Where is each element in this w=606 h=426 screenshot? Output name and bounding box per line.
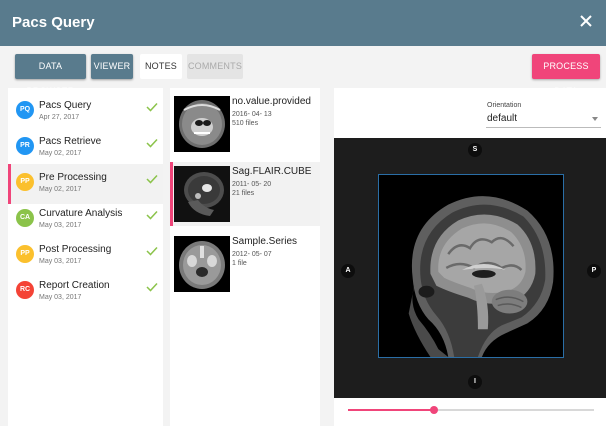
check-icon (146, 246, 158, 256)
close-icon[interactable] (576, 11, 596, 31)
series-file-count: 510 files (232, 120, 259, 127)
series-file-count: 1 file (232, 260, 247, 267)
orientation-marker-top: S (468, 143, 482, 157)
step-curvature-analysis[interactable]: CA Curvature Analysis May 03, 2017 (8, 200, 163, 240)
toolbar: DATA BROWSER VIEWER NOTES COMMENTS PROCE… (0, 46, 606, 96)
avatar: RC (16, 281, 34, 299)
step-post-processing[interactable]: PP Post Processing May 03, 2017 (8, 236, 163, 276)
avatar: CA (16, 209, 34, 227)
step-name: Pacs Query (39, 100, 92, 111)
step-date: May 02, 2017 (39, 186, 82, 193)
series-date: 2011- 05- 20 (232, 181, 272, 188)
avatar: PP (16, 173, 34, 191)
orientation-select[interactable]: default (486, 112, 601, 128)
image-viewer-panel: Orientation default S A P I (334, 88, 606, 426)
mri-scan-image (378, 174, 564, 358)
check-icon (146, 210, 158, 220)
check-icon (146, 174, 158, 184)
title-bar: Pacs Query (0, 0, 606, 46)
step-name: Curvature Analysis (39, 208, 123, 219)
selection-indicator (8, 164, 11, 204)
orientation-marker-left: A (341, 264, 355, 278)
slice-slider-fill (348, 409, 435, 411)
avatar: PR (16, 137, 34, 155)
step-pacs-retrieve[interactable]: PR Pacs Retrieve May 02, 2017 (8, 128, 163, 168)
slice-slider-handle[interactable] (430, 406, 439, 414)
avatar: PQ (16, 101, 34, 119)
avatar: PP (16, 245, 34, 263)
series-date: 2016- 04- 13 (232, 111, 272, 118)
series-date: 2012- 05- 07 (232, 251, 272, 258)
slice-slider-track[interactable] (348, 406, 594, 414)
step-date: May 03, 2017 (39, 294, 82, 301)
series-name: Sample.Series (232, 236, 298, 247)
image-viewport[interactable]: S A P I (334, 138, 606, 398)
step-pacs-query[interactable]: PQ Pacs Query Apr 27, 2017 (8, 92, 163, 132)
step-date: May 03, 2017 (39, 258, 82, 265)
process-data-button[interactable]: PROCESS DATA (532, 54, 600, 96)
orientation-marker-right: P (587, 264, 601, 278)
data-browser-button[interactable]: DATA BROWSER (15, 54, 86, 96)
series-item[interactable]: no.value.provided 2016- 04- 13 510 files (170, 92, 320, 156)
pipeline-steps-panel: PQ Pacs Query Apr 27, 2017 PR Pacs Retri… (8, 88, 163, 426)
series-item-selected[interactable]: Sag.FLAIR.CUBE 2011- 05- 20 21 files (170, 162, 320, 226)
series-file-count: 21 files (232, 190, 255, 197)
step-date: Apr 27, 2017 (39, 114, 80, 121)
selection-indicator (170, 162, 173, 226)
window-title: Pacs Query (12, 14, 95, 31)
step-name: Pre Processing (39, 172, 107, 183)
viewer-button[interactable]: VIEWER (91, 54, 133, 79)
check-icon (146, 282, 158, 292)
series-name: no.value.provided (232, 96, 311, 107)
check-icon (146, 102, 158, 112)
series-thumbnail (174, 236, 230, 292)
series-name: Sag.FLAIR.CUBE (232, 166, 312, 177)
series-list-panel: no.value.provided 2016- 04- 13 510 files… (170, 88, 320, 426)
step-date: May 03, 2017 (39, 222, 82, 229)
step-date: May 02, 2017 (39, 150, 82, 157)
step-report-creation[interactable]: RC Report Creation May 03, 2017 (8, 272, 163, 312)
step-pre-processing[interactable]: PP Pre Processing May 02, 2017 (8, 164, 163, 204)
orientation-label: Orientation (487, 102, 522, 109)
step-name: Report Creation (39, 280, 110, 291)
orientation-marker-bottom: I (468, 375, 482, 389)
step-name: Pacs Retrieve (39, 136, 102, 147)
step-name: Post Processing (39, 244, 112, 255)
series-thumbnail (174, 96, 230, 152)
orientation-value: default (487, 113, 518, 124)
comments-tab[interactable]: COMMENTS (187, 54, 243, 79)
series-item[interactable]: Sample.Series 2012- 05- 07 1 file (170, 232, 320, 296)
notes-tab[interactable]: NOTES (140, 54, 182, 79)
series-thumbnail (174, 166, 230, 222)
check-icon (146, 138, 158, 148)
chevron-down-icon (592, 117, 598, 121)
